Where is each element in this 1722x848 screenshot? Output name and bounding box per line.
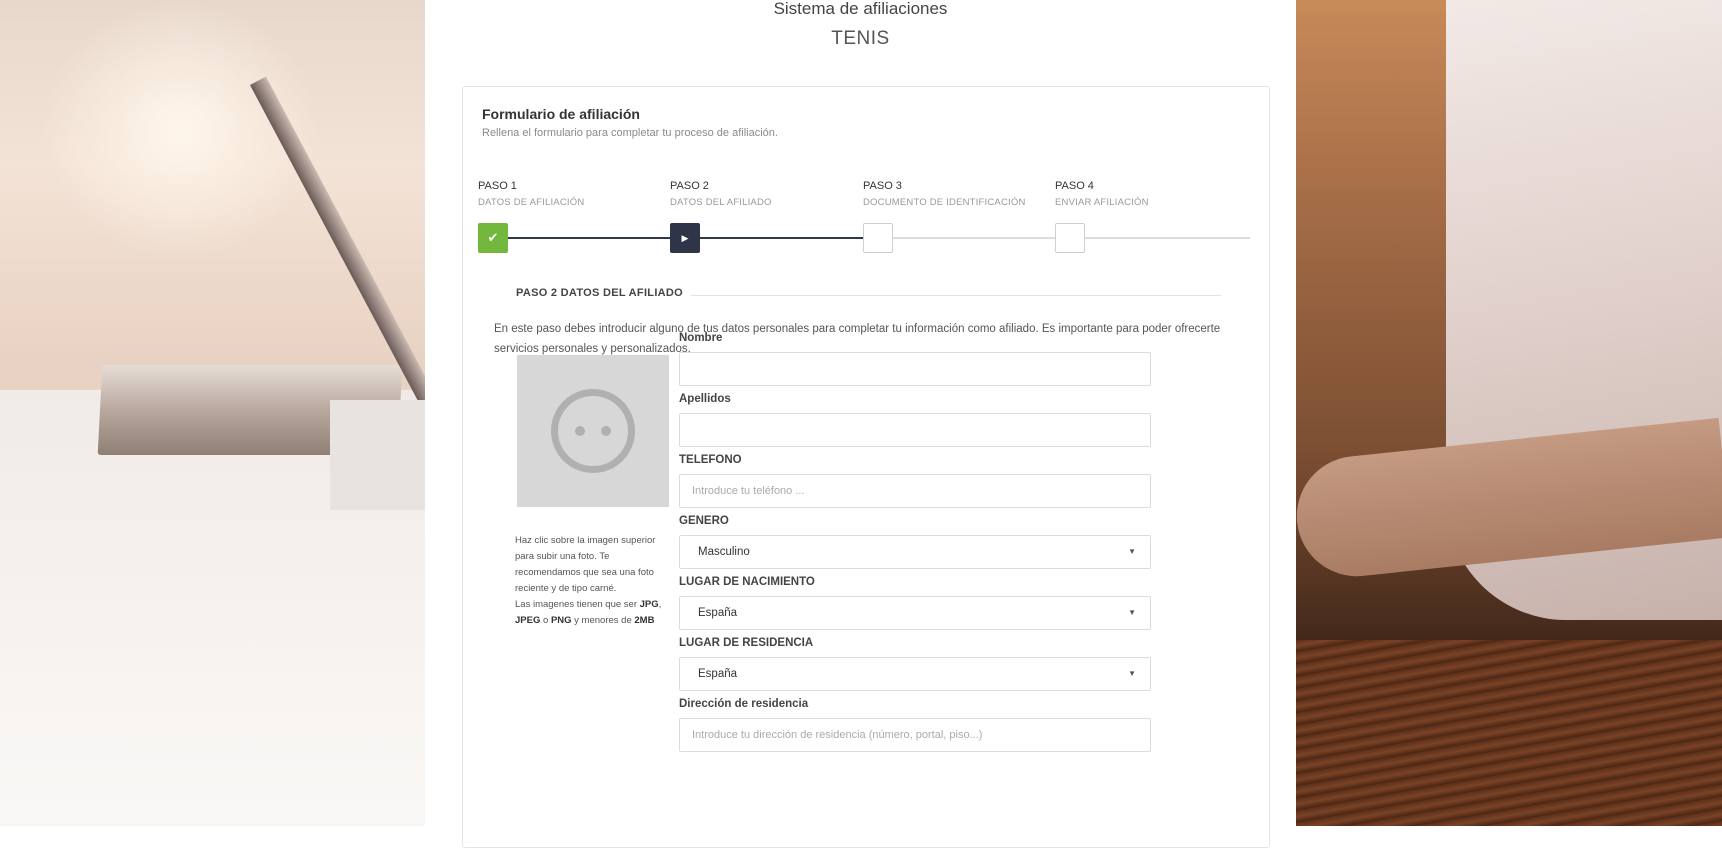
step-connector: [1085, 237, 1250, 239]
form-subtitle: Rellena el formulario para completar tu …: [482, 127, 778, 139]
photo-help-line1: Haz clic sobre la imagen superior para s…: [515, 535, 656, 594]
nombre-label: Nombre: [679, 332, 723, 344]
section-divider: [691, 295, 1221, 296]
chevron-down-icon: ▼: [1128, 669, 1136, 678]
form-title: Formulario de afiliación: [482, 106, 640, 122]
step-number: PASO 4: [1055, 180, 1094, 192]
lugar-residencia-label: LUGAR DE RESIDENCIA: [679, 637, 814, 649]
step-connector: [893, 237, 1055, 239]
step-4[interactable]: PASO 4 ENVIAR AFILIACIÓN: [1055, 180, 1245, 208]
step-3[interactable]: PASO 3 DOCUMENTO DE IDENTIFICACIÓN: [863, 180, 1053, 208]
step-2[interactable]: PASO 2 DATOS DEL AFILIADO: [670, 180, 860, 208]
app-subtitle: TENIS: [831, 28, 890, 49]
genero-label: GENERO: [679, 515, 729, 527]
step-name: DOCUMENTO DE IDENTIFICACIÓN: [863, 197, 1026, 208]
step-number: PASO 1: [478, 180, 517, 192]
step-2-indicator[interactable]: ▶: [670, 223, 700, 253]
step-connector-progress: [700, 237, 863, 239]
photo-upload[interactable]: [517, 355, 669, 507]
format-jpeg: JPEG: [515, 615, 541, 626]
laptop-base: [330, 400, 425, 510]
affiliation-form-card: Formulario de afiliación Rellena el form…: [462, 86, 1270, 848]
lugar-nacimiento-value: España: [698, 607, 738, 619]
main-content: Sistema de afiliaciones TENIS Formulario…: [425, 0, 1296, 848]
step-1-checkbox[interactable]: ✔: [478, 223, 508, 253]
apellidos-input[interactable]: [679, 413, 1151, 447]
play-icon: ▶: [681, 232, 689, 243]
section-heading: PASO 2 DATOS DEL AFILIADO: [516, 287, 684, 299]
photo-help-text: Haz clic sobre la imagen superior para s…: [515, 533, 665, 629]
wooden-table: [1296, 640, 1722, 826]
format-separator: o: [543, 615, 549, 626]
photo-help-line2: Las imagenes tienen que ser: [515, 599, 637, 610]
chevron-down-icon: ▼: [1128, 608, 1136, 617]
photo-help-size-text: y menores de: [574, 615, 632, 626]
format-png: PNG: [550, 615, 572, 626]
lugar-residencia-value: España: [698, 668, 738, 680]
step-number: PASO 3: [863, 180, 902, 192]
avatar-eye: [601, 426, 611, 436]
step-1[interactable]: PASO 1 DATOS DE AFILIACIÓN: [478, 180, 668, 208]
lugar-nacimiento-label: LUGAR DE NACIMIENTO: [679, 576, 815, 588]
step-number: PASO 2: [670, 180, 709, 192]
telefono-input[interactable]: [679, 474, 1151, 508]
genero-select[interactable]: Masculino ▼: [679, 535, 1151, 569]
direccion-label: Dirección de residencia: [679, 698, 809, 710]
format-separator: ,: [658, 599, 662, 610]
app-title: Sistema de afiliaciones: [773, 0, 948, 18]
background-photo-left: [0, 0, 425, 826]
avatar-eye: [575, 426, 585, 436]
apellidos-label: Apellidos: [679, 393, 731, 405]
step-connector-done: [508, 237, 670, 239]
telefono-label: TELEFONO: [679, 454, 742, 466]
check-icon: ✔: [487, 230, 499, 245]
avatar-placeholder-icon: [551, 389, 635, 473]
lugar-nacimiento-select[interactable]: España ▼: [679, 596, 1151, 630]
genero-value: Masculino: [698, 546, 750, 558]
format-jpg: JPG: [639, 599, 659, 610]
step-name: DATOS DEL AFILIADO: [670, 197, 772, 208]
step-3-indicator[interactable]: [863, 223, 893, 253]
background-photo-right: [1296, 0, 1722, 826]
step-name: ENVIAR AFILIACIÓN: [1055, 197, 1149, 208]
direccion-input[interactable]: [679, 718, 1151, 752]
step-4-indicator[interactable]: [1055, 223, 1085, 253]
lugar-residencia-select[interactable]: España ▼: [679, 657, 1151, 691]
max-size: 2MB: [634, 615, 655, 626]
step-name: DATOS DE AFILIACIÓN: [478, 197, 585, 208]
nombre-input[interactable]: [679, 352, 1151, 386]
chevron-down-icon: ▼: [1128, 547, 1136, 556]
